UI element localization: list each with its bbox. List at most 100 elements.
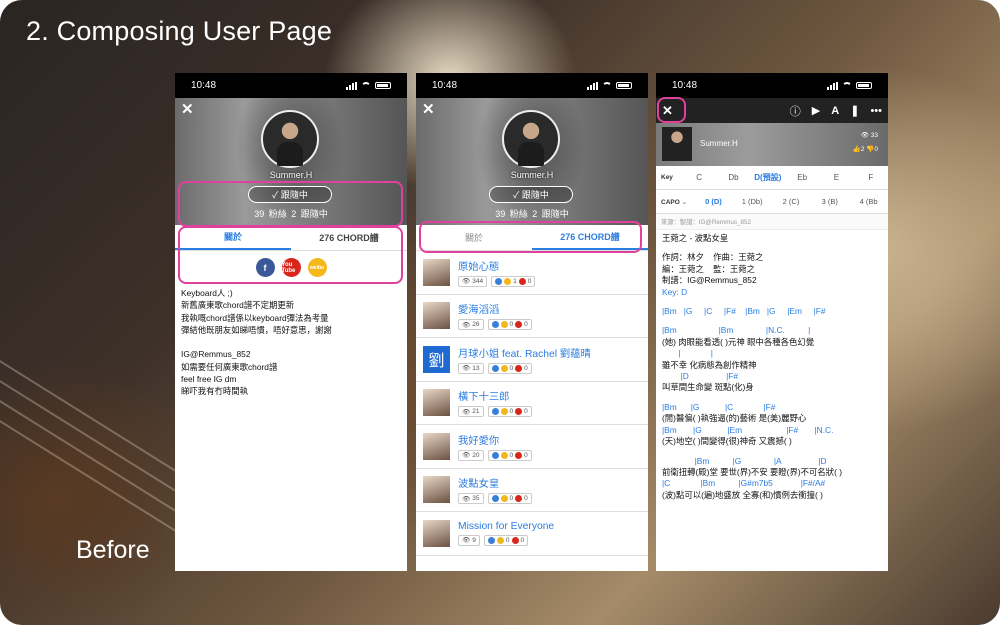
capo-selector: CAPO ⌄ 0 (D) 1 (Db) 2 (C) 3 (B) 4 (Bb [656, 190, 888, 214]
bio-line: 睇吓我有冇時間執 [181, 386, 248, 397]
status-bar: 10:48 [175, 73, 407, 98]
neutral-icon [496, 536, 504, 544]
view-count: 20 [472, 451, 480, 459]
follow-button[interactable]: ✓ 跟隨中 [489, 186, 573, 203]
capo-option-selected[interactable]: 0 (D) [694, 197, 733, 206]
song-row[interactable]: 愛海滔滔 👁 26 0 0 [416, 295, 648, 338]
lyric-line: 編：王菀之 監：王菀之 [662, 263, 756, 274]
capo-option[interactable]: 4 (Bb [849, 197, 888, 206]
song-row[interactable]: 橫下十三郎 👁 21 0 0 [416, 382, 648, 425]
capo-option[interactable]: 3 (B) [810, 197, 849, 206]
capo-option[interactable]: 1 (Db) [733, 197, 772, 206]
chord-line: |Bm |G |C |F# [662, 401, 776, 412]
view-count: 35 [472, 495, 480, 503]
lyric-line [662, 448, 882, 456]
thumbs-up-icon [491, 451, 499, 459]
key-option[interactable]: Db [716, 173, 750, 182]
like-count: 2 [860, 146, 865, 153]
more-icon[interactable]: ••• [870, 105, 882, 117]
avatar [261, 110, 319, 168]
song-cover [423, 432, 450, 460]
chord-line: |Bm |G |A |D [662, 455, 827, 466]
bio-line: 如需要任何廣東歌chord譜 [181, 361, 278, 372]
view-count: 33 [870, 132, 878, 139]
capo-option[interactable]: 2 (C) [772, 197, 811, 206]
chord-line: |Bm |G |C |F# |Bm |G |Em |F# [662, 306, 826, 317]
signal-icon [827, 81, 838, 90]
song-cover [423, 302, 450, 330]
key-option[interactable]: F [854, 173, 888, 182]
lyric-line: 作詞：林夕 作曲：王菀之 [662, 252, 764, 263]
battery-icon [856, 82, 872, 89]
close-icon[interactable]: ✕ [422, 100, 435, 118]
lyric-line: (閒)醫偏( )執強逼(的)藝術 是(美)麗野心 [662, 413, 807, 424]
lyric-line [662, 298, 882, 306]
username: Summer.H [269, 170, 313, 180]
key-option[interactable]: E [819, 173, 853, 182]
song-row[interactable]: Mission for Everyone 👁 9 0 0 [416, 512, 648, 556]
dislike-count: 0 [524, 321, 528, 329]
phone-screen-about: 10:48 ✕ Summer.H ✓ 跟隨中 39 粉絲 2 跟隨中 關於 27… [175, 73, 407, 571]
neutral-icon [500, 495, 508, 503]
key-option[interactable]: C [682, 173, 716, 182]
wifi-icon [602, 82, 612, 89]
lyric-line: 制譜：IG@Remmus_852 [662, 275, 757, 286]
neutral-icon [500, 364, 508, 372]
song-row[interactable]: 原始心態 👁 344 1 0 [416, 251, 648, 295]
info-icon[interactable]: ⓘ [790, 103, 801, 119]
views-badge: 👁 26 [458, 319, 484, 331]
like-count: 0 [509, 408, 514, 416]
song-cover [423, 389, 450, 417]
lyric-line [662, 394, 882, 402]
close-icon[interactable]: ✕ [181, 100, 194, 118]
wifi-icon [842, 82, 852, 89]
eye-icon: 👁 [462, 537, 471, 545]
status-bar: 10:48 [416, 73, 648, 98]
song-stats: 👁 33 👍2 👎0 [853, 129, 878, 157]
lyric-line: 叫草間生命變 斑點(化)身 [662, 382, 754, 393]
font-size-icon[interactable]: A [831, 105, 839, 117]
chord-line: |Bm |Bm |N.C. | [662, 325, 811, 336]
eye-icon: 👁 [462, 365, 471, 373]
rating-badge: 00 [487, 406, 532, 418]
signal-icon [346, 81, 357, 90]
thumbs-down-icon [515, 364, 523, 372]
dislike-count: 0 [527, 277, 532, 285]
views-badge: 👁 35 [458, 493, 484, 505]
key-selector: Key C Db D(預設) Eb E F [656, 166, 888, 190]
song-row[interactable]: 我好愛你 👁 20 0 0 [416, 425, 648, 469]
song-cover [423, 476, 450, 504]
song-row[interactable]: 劉月球小姐 feat. Rachel 劉蘊晴 👁 13 0 0 [416, 338, 648, 382]
video-icon[interactable]: ▶ [812, 104, 820, 117]
song-row[interactable]: 波點女皇 👁 35 0 0 [416, 469, 648, 512]
phone-screen-chord-list: 10:48 ✕ Summer.H ✓ 跟隨中 39 粉絲 2 跟隨中 關於 27… [416, 73, 648, 571]
battery-icon [616, 82, 632, 89]
view-count: 9 [472, 536, 476, 544]
like-count: 0 [509, 451, 514, 459]
eye-icon: 👁 [462, 408, 471, 416]
highlight-close-box [657, 97, 686, 123]
key-option[interactable]: Eb [785, 173, 819, 182]
dislike-count: 0 [524, 408, 528, 416]
song-title: 月球小姐 feat. Rachel 劉蘊晴 [458, 348, 591, 360]
bio-line: feel free IG dm [181, 374, 237, 385]
lyric-line: 王菀之 - 波點女皇 [662, 233, 729, 243]
thumbs-down-icon [511, 536, 519, 544]
thumbs-down-icon [515, 495, 523, 503]
signal-icon [587, 81, 598, 90]
rating-badge: 00 [487, 493, 532, 505]
chord-line: |C |Bm |G#m7b5 |F#/A# [662, 478, 826, 489]
lyric-line [662, 317, 882, 325]
eye-icon: 👁 [462, 321, 471, 329]
chord-line: |D |F# [662, 371, 739, 382]
rating-badge: 10 [491, 275, 536, 287]
chord-line: |Bm |G |Em |F# |N.C. [662, 424, 834, 435]
lyric-line: (她) 肉眼能看透( )元神 眼中各種各色幻覺 [662, 336, 815, 347]
like-count: 0 [509, 495, 514, 503]
artist-thumbnail [662, 127, 692, 161]
key-option-selected[interactable]: D(預設) [751, 172, 785, 183]
bookmark-icon[interactable]: ❚ [850, 104, 859, 117]
views-badge: 👁 20 [458, 449, 484, 461]
song-title: 原始心態 [458, 261, 500, 273]
chevron-down-icon: ⌄ [681, 198, 688, 206]
